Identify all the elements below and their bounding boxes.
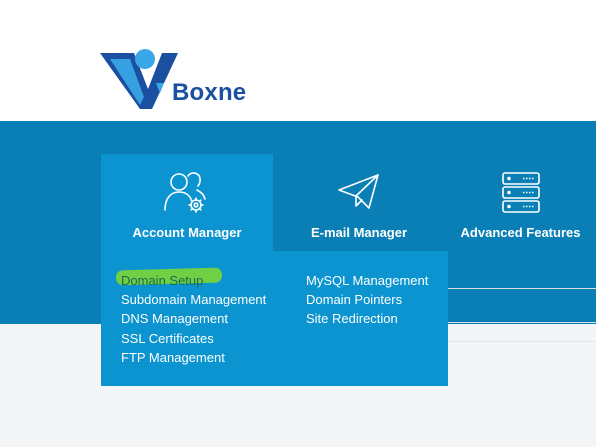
tab-label: E-mail Manager (310, 225, 408, 240)
tab-label: Advanced Features (460, 225, 581, 240)
tab-account-manager[interactable]: Account Manager (101, 154, 273, 251)
menu-item-domain-setup[interactable]: Domain Setup (121, 273, 203, 288)
menu-item-mysql-management[interactable]: MySQL Management (306, 273, 428, 288)
tab-advanced-features[interactable]: Advanced Features (445, 154, 596, 251)
menu-item-subdomain-management[interactable]: Subdomain Management (121, 292, 266, 307)
divider (448, 288, 596, 289)
menu-item-ssl-certificates[interactable]: SSL Certificates (121, 331, 214, 346)
menu-item-dns-management[interactable]: DNS Management (121, 311, 228, 326)
menu-item-site-redirection[interactable]: Site Redirection (306, 311, 398, 326)
paper-plane-icon (338, 174, 379, 209)
menu-item-ftp-management[interactable]: FTP Management (121, 350, 225, 365)
server-stack-icon (501, 172, 540, 213)
brand-name: Boxne (172, 79, 247, 106)
divider (448, 341, 596, 342)
divider (448, 322, 596, 323)
menu-item-domain-pointers[interactable]: Domain Pointers (306, 292, 402, 307)
users-gear-icon (164, 172, 206, 213)
site-header: Boxne (0, 0, 596, 121)
tab-email-manager[interactable]: E-mail Manager (273, 154, 445, 251)
tab-label: Account Manager (132, 225, 242, 240)
